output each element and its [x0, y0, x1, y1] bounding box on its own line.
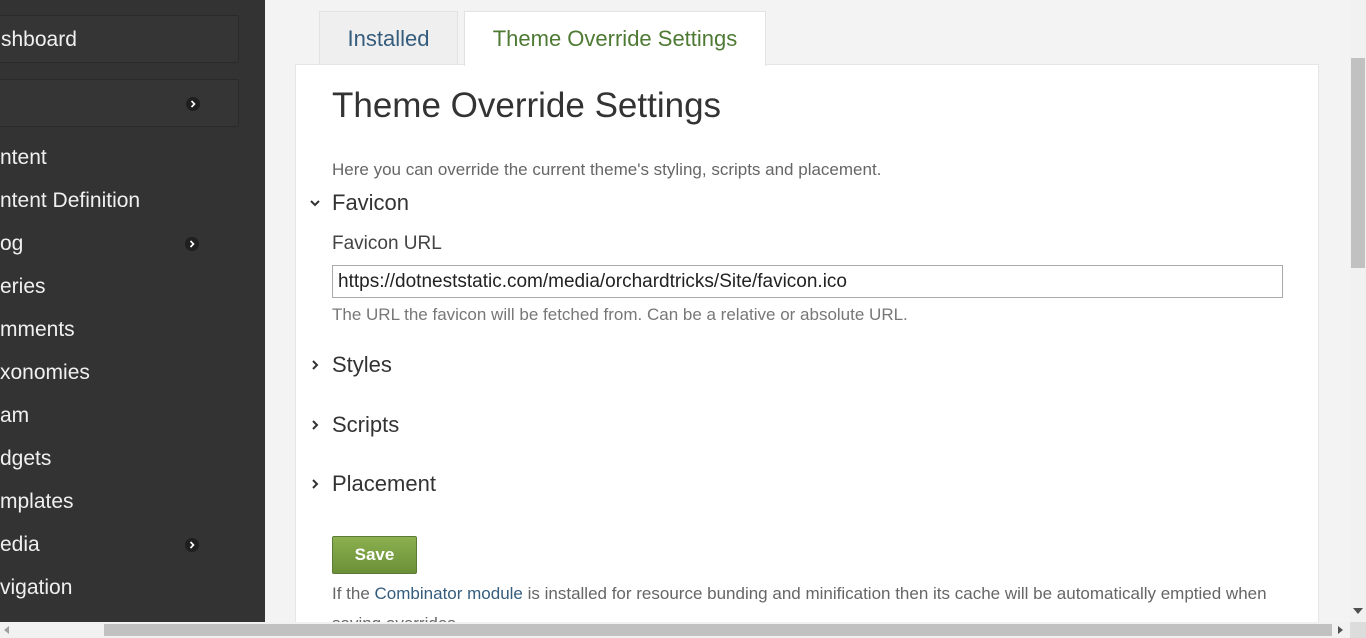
- scroll-down-arrow-icon[interactable]: [1353, 608, 1363, 614]
- favicon-url-hint: The URL the favicon will be fetched from…: [332, 305, 908, 324]
- section-title: Scripts: [332, 412, 400, 437]
- sidebar-item-label: mments: [0, 318, 75, 341]
- sidebar-item-dashboard[interactable]: shboard: [0, 15, 239, 63]
- sidebar-item-media[interactable]: edia: [0, 533, 40, 557]
- admin-sidebar: shboard ntent ntent Definition og eries …: [0, 0, 265, 622]
- sidebar-item-content-definition[interactable]: ntent Definition: [0, 189, 140, 213]
- favicon-url-input[interactable]: [332, 265, 1283, 298]
- sidebar-item-widgets[interactable]: dgets: [0, 447, 51, 471]
- scrollbar-corner: [1350, 622, 1366, 638]
- sidebar-item-label: eries: [0, 275, 46, 298]
- sidebar-item-label: dgets: [0, 447, 52, 470]
- sidebar-item-label: am: [0, 404, 30, 427]
- save-button[interactable]: Save: [332, 536, 417, 574]
- chevron-right-icon[interactable]: [185, 538, 199, 552]
- sidebar-item-label: og: [0, 232, 24, 255]
- chevron-down-icon: [308, 196, 322, 210]
- section-title: Styles: [332, 352, 392, 377]
- section-placement-toggle[interactable]: Placement: [308, 471, 436, 497]
- sidebar-item-collapsed-group[interactable]: [0, 79, 239, 127]
- sidebar-item-blog[interactable]: og: [0, 232, 23, 256]
- note-text: If the: [332, 584, 375, 603]
- combinator-module-link[interactable]: Combinator module: [375, 584, 523, 603]
- section-scripts-toggle[interactable]: Scripts: [308, 412, 399, 438]
- sidebar-item-templates[interactable]: mplates: [0, 490, 74, 514]
- tab-installed[interactable]: Installed: [319, 11, 458, 65]
- page-title: Theme Override Settings: [332, 86, 722, 125]
- tab-label: Installed: [347, 25, 430, 51]
- favicon-url-label: Favicon URL: [332, 233, 442, 254]
- section-favicon-toggle[interactable]: Favicon: [308, 190, 409, 216]
- combinator-note: If the Combinator module is installed fo…: [332, 579, 1282, 622]
- sidebar-item-label: xonomies: [0, 361, 90, 384]
- sidebar-item-navigation[interactable]: vigation: [0, 576, 72, 600]
- tab-theme-override-settings[interactable]: Theme Override Settings: [464, 11, 766, 66]
- sidebar-item-label: edia: [0, 533, 40, 556]
- sidebar-item-spam[interactable]: am: [0, 404, 29, 428]
- chevron-right-icon: [308, 418, 322, 432]
- sidebar-item-label: ntent: [0, 146, 47, 169]
- section-title: Favicon: [332, 190, 410, 215]
- settings-panel: [295, 64, 1319, 622]
- scrollbar-thumb[interactable]: [1351, 58, 1365, 268]
- sidebar-item-comments[interactable]: mments: [0, 318, 75, 342]
- scroll-left-arrow-icon[interactable]: [4, 626, 9, 634]
- sidebar-item-taxonomies[interactable]: xonomies: [0, 361, 90, 385]
- vertical-scrollbar[interactable]: [1350, 0, 1366, 622]
- tab-label: Theme Override Settings: [492, 26, 738, 51]
- main-content: Installed Theme Override Settings Theme …: [265, 0, 1350, 622]
- scrollbar-thumb[interactable]: [104, 624, 1332, 636]
- scroll-right-arrow-icon[interactable]: [1338, 626, 1343, 634]
- section-styles-toggle[interactable]: Styles: [308, 352, 392, 378]
- page-intro: Here you can override the current theme'…: [332, 160, 882, 179]
- horizontal-scrollbar[interactable]: [0, 622, 1366, 638]
- section-title: Placement: [332, 471, 436, 496]
- sidebar-item-label: ntent Definition: [0, 189, 141, 212]
- sidebar-item-content[interactable]: ntent: [0, 146, 47, 170]
- sidebar-item-label: mplates: [0, 490, 74, 513]
- sidebar-item-queries[interactable]: eries: [0, 275, 46, 299]
- chevron-right-icon[interactable]: [185, 237, 199, 251]
- chevron-right-icon: [308, 358, 322, 372]
- sidebar-item-label: vigation: [0, 576, 73, 599]
- sidebar-item-label: shboard: [1, 28, 77, 51]
- chevron-right-icon: [308, 477, 322, 491]
- chevron-right-icon[interactable]: [186, 97, 200, 111]
